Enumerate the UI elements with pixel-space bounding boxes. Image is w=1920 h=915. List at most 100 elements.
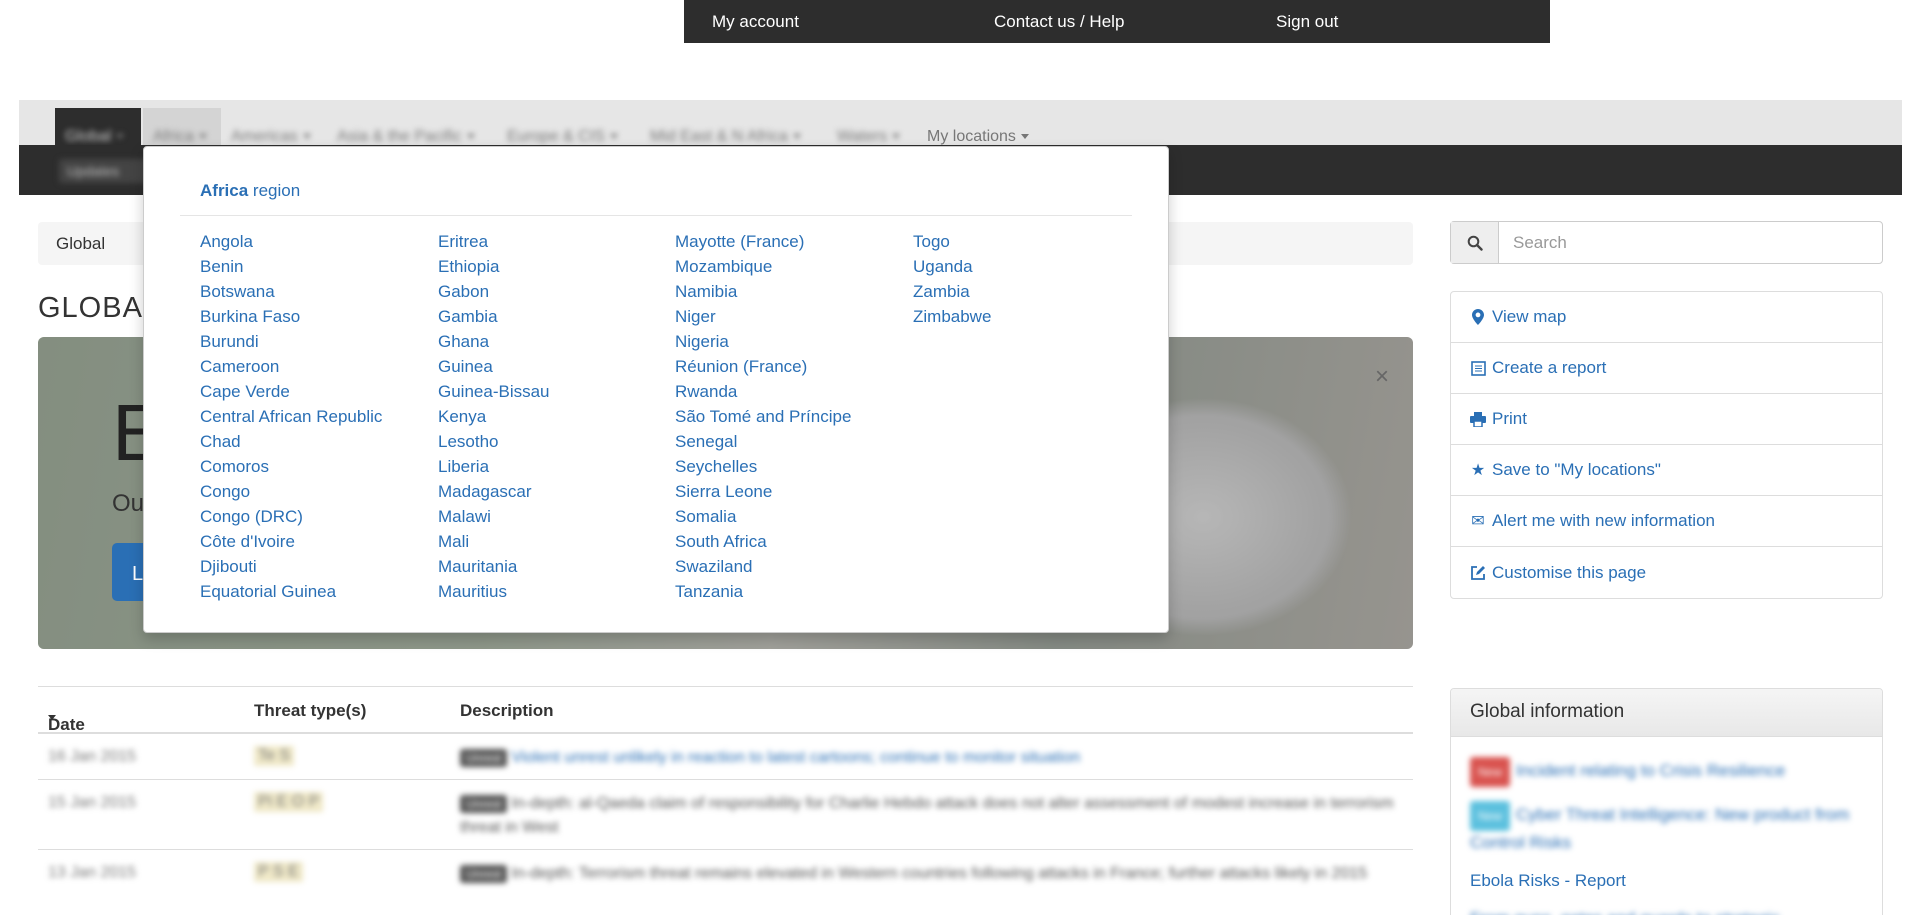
country-link[interactable]: Côte d'Ivoire: [200, 529, 382, 554]
country-link[interactable]: Mauritius: [438, 579, 550, 604]
country-link[interactable]: Guinea: [438, 354, 550, 379]
country-link[interactable]: Namibia: [675, 279, 851, 304]
table-row[interactable]: 13 Jan 2015 P S E Unrest In-depth: Terror…: [38, 850, 1413, 915]
country-link[interactable]: Ethiopia: [438, 254, 550, 279]
country-link[interactable]: Mozambique: [675, 254, 851, 279]
customise-page-link[interactable]: Customise this page: [1451, 547, 1882, 598]
country-column-3: Mayotte (France) Mozambique Namibia Niger Ni…: [675, 229, 851, 604]
region-tab-mideast[interactable]: Mid East & N Africa: [650, 128, 801, 146]
dropdown-header-link[interactable]: Africa region: [200, 181, 300, 201]
star-icon: ★: [1470, 462, 1486, 479]
country-column-2: Eritrea Ethiopia Gabon Gambia Ghana Guinea Gui…: [438, 229, 550, 604]
country-link[interactable]: Burkina Faso: [200, 304, 382, 329]
country-link[interactable]: Somalia: [675, 504, 851, 529]
country-link[interactable]: Uganda: [913, 254, 991, 279]
country-link[interactable]: Djibouti: [200, 554, 382, 579]
country-link[interactable]: Tanzania: [675, 579, 851, 604]
info-item[interactable]: From guns, gates and guards to strategic: [1470, 907, 1863, 915]
country-link[interactable]: Seychelles: [675, 454, 851, 479]
country-link[interactable]: Ghana: [438, 329, 550, 354]
country-link[interactable]: Kenya: [438, 404, 550, 429]
ebola-report-link[interactable]: Ebola Risks - Report: [1470, 869, 1863, 893]
panel-title: Global information: [1451, 689, 1882, 737]
page-title: GLOBA: [38, 292, 143, 324]
country-link[interactable]: Gabon: [438, 279, 550, 304]
save-my-locations-link[interactable]: ★ Save to "My locations": [1451, 445, 1882, 496]
country-link[interactable]: Burundi: [200, 329, 382, 354]
print-link[interactable]: Print: [1451, 394, 1882, 445]
region-tab-global[interactable]: Global: [65, 128, 125, 146]
account-bar: My account Contact us / Help Sign out: [684, 0, 1550, 43]
country-link[interactable]: Mauritania: [438, 554, 550, 579]
customise-page-label: Customise this page: [1492, 562, 1647, 582]
search-input[interactable]: [1499, 222, 1882, 263]
row-threats: Pi E O P: [254, 792, 324, 812]
country-link[interactable]: Zimbabwe: [913, 304, 991, 329]
region-tab-asia-pacific[interactable]: Asia & the Pacific: [337, 128, 475, 146]
row-threats: P S E: [254, 862, 303, 882]
country-link[interactable]: Cape Verde: [200, 379, 382, 404]
contact-help-link[interactable]: Contact us / Help: [994, 12, 1124, 32]
country-link[interactable]: Malawi: [438, 504, 550, 529]
country-link[interactable]: Rwanda: [675, 379, 851, 404]
country-link[interactable]: Senegal: [675, 429, 851, 454]
country-link[interactable]: Zambia: [913, 279, 991, 304]
view-map-link[interactable]: View map: [1451, 292, 1882, 343]
row-description[interactable]: Unrest Violent unrest unlikely in reactio…: [460, 746, 1400, 770]
create-report-label: Create a report: [1492, 358, 1607, 377]
region-tab-waters[interactable]: Waters: [837, 128, 901, 146]
row-description[interactable]: Unrest In-depth: Terrorism threat remains…: [460, 862, 1400, 886]
country-link[interactable]: Angola: [200, 229, 382, 254]
region-tab-americas[interactable]: Americas: [231, 128, 311, 146]
country-link[interactable]: Eritrea: [438, 229, 550, 254]
info-item[interactable]: New Cyber Threat Intelligence: New produc…: [1470, 801, 1863, 855]
map-marker-icon: [1470, 309, 1486, 325]
row-date: 15 Jan 2015: [48, 794, 137, 811]
country-link[interactable]: Mali: [438, 529, 550, 554]
row-date: 16 Jan 2015: [48, 748, 137, 765]
region-tab-europe-cis[interactable]: Europe & CIS: [507, 128, 618, 146]
country-link[interactable]: Sierra Leone: [675, 479, 851, 504]
description-column-header: Description: [460, 701, 554, 720]
country-link[interactable]: South Africa: [675, 529, 851, 554]
country-link[interactable]: Cameroon: [200, 354, 382, 379]
info-item[interactable]: New Incident relating to Crisis Resilienc…: [1470, 757, 1863, 787]
breadcrumb-current: Global: [56, 234, 106, 253]
country-link[interactable]: Botswana: [200, 279, 382, 304]
region-tab-africa[interactable]: Africa: [153, 128, 207, 146]
country-link[interactable]: Comoros: [200, 454, 382, 479]
country-link[interactable]: Guinea-Bissau: [438, 379, 550, 404]
sign-out-link[interactable]: Sign out: [1276, 12, 1338, 32]
table-row[interactable]: 15 Jan 2015 Pi E O P Unrest In-depth: al-…: [38, 780, 1413, 850]
country-link[interactable]: Togo: [913, 229, 991, 254]
banner-close-icon[interactable]: ×: [1375, 363, 1389, 391]
row-description[interactable]: Unrest In-depth: al-Qaeda claim of respon…: [460, 792, 1400, 840]
my-account-link[interactable]: My account: [712, 12, 799, 32]
print-label: Print: [1492, 409, 1527, 428]
create-report-link[interactable]: Create a report: [1451, 343, 1882, 394]
country-link[interactable]: Congo (DRC): [200, 504, 382, 529]
global-information-panel: Global information New Incident relating …: [1450, 688, 1883, 915]
country-link[interactable]: São Tomé and Príncipe: [675, 404, 851, 429]
alert-me-link[interactable]: ✉ Alert me with new information: [1451, 496, 1882, 547]
search-box: [1450, 221, 1883, 264]
country-link[interactable]: Réunion (France): [675, 354, 851, 379]
country-link[interactable]: Liberia: [438, 454, 550, 479]
country-link[interactable]: Chad: [200, 429, 382, 454]
country-link[interactable]: Mayotte (France): [675, 229, 851, 254]
country-link[interactable]: Equatorial Guinea: [200, 579, 382, 604]
country-link[interactable]: Benin: [200, 254, 382, 279]
report-icon: [1470, 360, 1486, 376]
table-row[interactable]: 16 Jan 2015 Te S Unrest Violent unrest un…: [38, 734, 1413, 780]
country-link[interactable]: Nigeria: [675, 329, 851, 354]
country-link[interactable]: Swaziland: [675, 554, 851, 579]
country-link[interactable]: Lesotho: [438, 429, 550, 454]
my-locations-menu[interactable]: My locations: [927, 128, 1029, 146]
country-link[interactable]: Gambia: [438, 304, 550, 329]
country-link[interactable]: Congo: [200, 479, 382, 504]
page-actions-list: View map Create a report Print ★ Save to…: [1450, 291, 1883, 599]
country-link[interactable]: Niger: [675, 304, 851, 329]
search-icon[interactable]: [1451, 222, 1499, 263]
country-link[interactable]: Central African Republic: [200, 404, 382, 429]
country-link[interactable]: Madagascar: [438, 479, 550, 504]
